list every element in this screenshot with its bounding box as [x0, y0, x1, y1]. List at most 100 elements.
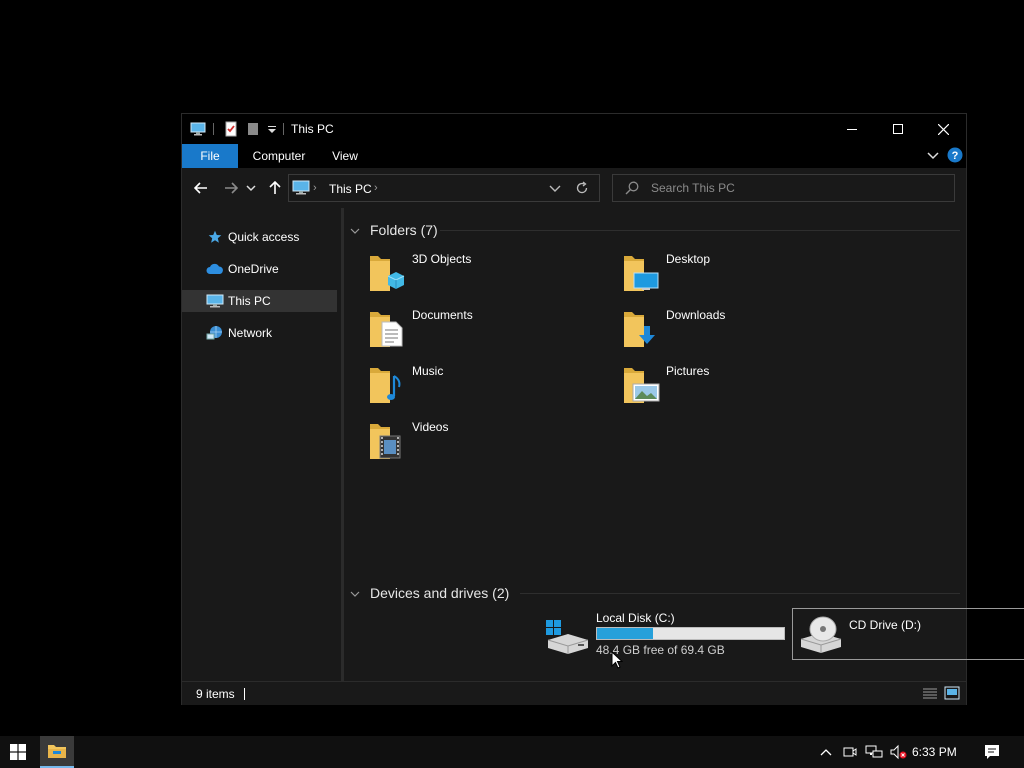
folders-group-header[interactable]: Folders (7) — [350, 219, 438, 241]
windows-logo-icon — [10, 744, 26, 760]
search-box[interactable] — [612, 174, 955, 202]
music-folder-icon — [366, 362, 406, 406]
folder-label: 3D Objects — [412, 252, 472, 266]
drive-usage-bar — [596, 627, 785, 640]
drive-item-cd-drive-d[interactable]: CD Drive (D:) — [792, 608, 1024, 660]
this-pc-icon — [190, 121, 206, 137]
title-bar[interactable]: This PC — [182, 114, 966, 144]
breadcrumb-separator-icon[interactable]: › — [313, 182, 317, 194]
collapse-chevron-icon — [350, 585, 362, 601]
devices-group-title: Devices and drives (2) — [370, 585, 510, 601]
folder-label: Videos — [412, 420, 449, 434]
large-icons-view-icon[interactable] — [944, 686, 960, 703]
file-explorer-window: This PC File Computer View ? › This PC ›… — [181, 113, 1024, 705]
help-icon[interactable]: ? — [947, 147, 963, 166]
meet-now-icon[interactable] — [840, 736, 860, 768]
back-button[interactable] — [191, 178, 211, 198]
taskbar-file-explorer-button[interactable] — [40, 736, 74, 768]
refresh-icon[interactable] — [575, 180, 589, 199]
cd-drive-icon — [797, 615, 843, 655]
close-button[interactable] — [920, 114, 966, 144]
hard-disk-icon — [544, 614, 590, 654]
3d-objects-folder-icon — [366, 250, 406, 294]
folder-label: Pictures — [666, 364, 710, 378]
sidebar-item-onedrive[interactable]: OneDrive — [182, 258, 337, 280]
expand-ribbon-chevron-icon[interactable] — [927, 148, 939, 165]
show-hidden-icons-chevron-icon[interactable] — [816, 736, 836, 768]
window-title: This PC — [291, 122, 334, 136]
folder-item-3d-objects[interactable]: 3D Objects — [344, 248, 584, 296]
sidebar-item-label: OneDrive — [228, 262, 279, 276]
svg-text:?: ? — [952, 150, 959, 162]
forward-button[interactable] — [221, 178, 241, 198]
volume-muted-icon[interactable] — [887, 736, 909, 768]
item-count: 9 items — [196, 687, 235, 701]
ribbon: File Computer View ? — [182, 144, 966, 168]
folder-item-pictures[interactable]: Pictures — [598, 360, 838, 408]
documents-folder-icon — [366, 306, 406, 350]
up-button[interactable] — [265, 178, 285, 198]
downloads-folder-icon — [620, 306, 660, 350]
action-center-icon[interactable] — [978, 736, 1006, 768]
mouse-pointer-icon — [611, 651, 623, 669]
folder-item-downloads[interactable]: Downloads — [598, 304, 838, 352]
sidebar-item-label: This PC — [228, 294, 271, 308]
navigation-bar: › This PC › — [182, 168, 966, 208]
folder-item-videos[interactable]: Videos — [344, 416, 584, 464]
folder-item-desktop[interactable]: Desktop — [598, 248, 838, 296]
folder-label: Music — [412, 364, 444, 378]
taskbar: 6:33 PM — [0, 736, 1024, 768]
drive-item-local-disk-c[interactable]: Local Disk (C:) 48.4 GB free of 69.4 GB — [540, 608, 790, 660]
network-icon — [206, 325, 224, 341]
folder-label: Desktop — [666, 252, 711, 266]
videos-folder-icon — [366, 418, 406, 462]
desktop-folder-icon — [620, 250, 660, 294]
group-divider — [440, 230, 960, 231]
start-button[interactable] — [0, 736, 36, 768]
pictures-folder-icon — [620, 362, 660, 406]
drive-label: Local Disk (C:) — [596, 611, 675, 625]
search-icon — [625, 181, 639, 198]
folder-label: Downloads — [666, 308, 726, 322]
details-view-icon[interactable] — [922, 687, 938, 704]
address-dropdown-chevron-icon[interactable] — [549, 183, 561, 197]
search-input[interactable] — [651, 179, 941, 197]
recent-locations-chevron-icon[interactable] — [245, 178, 257, 198]
breadcrumb-separator-icon[interactable]: › — [374, 182, 378, 194]
tab-view[interactable]: View — [322, 144, 368, 168]
sidebar-item-this-pc[interactable]: This PC — [182, 290, 337, 312]
drive-usage-fill — [597, 628, 654, 639]
group-divider — [520, 593, 960, 594]
customize-quick-access-icon[interactable] — [264, 121, 280, 137]
status-separator — [244, 688, 245, 700]
sidebar-item-quick-access[interactable]: Quick access — [182, 226, 337, 248]
network-status-icon[interactable] — [863, 736, 885, 768]
address-bar[interactable]: › This PC › — [288, 174, 600, 202]
folder-item-music[interactable]: Music — [344, 360, 584, 408]
breadcrumb-this-pc[interactable]: This PC — [329, 182, 372, 196]
separator — [213, 123, 214, 135]
file-explorer-icon — [48, 745, 66, 758]
tab-file[interactable]: File — [182, 144, 238, 168]
navigation-pane: Quick access OneDrive This PC Network — [182, 208, 339, 681]
computer-icon — [206, 293, 224, 309]
properties-icon[interactable] — [223, 121, 239, 137]
devices-group-header[interactable]: Devices and drives (2) — [350, 582, 509, 604]
separator — [283, 123, 284, 135]
sidebar-item-label: Quick access — [228, 230, 300, 244]
star-icon — [206, 229, 224, 245]
content-pane: Folders (7) 3D Objects Desktop Documents — [344, 208, 1024, 681]
folder-label: Documents — [412, 308, 473, 322]
drive-label: CD Drive (D:) — [849, 618, 921, 632]
minimize-button[interactable] — [829, 114, 875, 144]
cloud-icon — [206, 261, 224, 277]
new-folder-icon[interactable] — [245, 121, 261, 137]
sidebar-item-label: Network — [228, 326, 273, 340]
sidebar-item-network[interactable]: Network — [182, 322, 337, 344]
taskbar-clock[interactable]: 6:33 PM — [912, 745, 957, 759]
tab-computer[interactable]: Computer — [244, 144, 314, 168]
folder-item-documents[interactable]: Documents — [344, 304, 584, 352]
status-bar: 9 items — [182, 681, 966, 705]
maximize-button[interactable] — [875, 114, 921, 144]
collapse-chevron-icon — [350, 222, 362, 238]
